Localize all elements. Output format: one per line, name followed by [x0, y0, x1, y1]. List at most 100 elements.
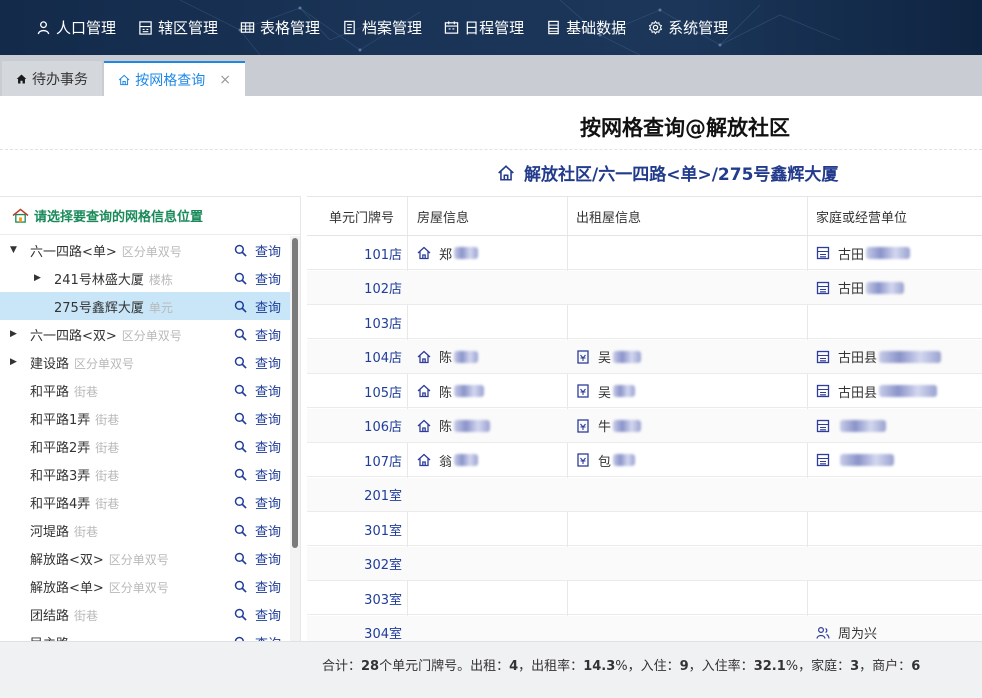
query-button[interactable]: 查询 [234, 241, 281, 260]
door-number[interactable]: 106店 [307, 409, 402, 443]
menu-label: 日程管理 [464, 19, 525, 37]
door-number[interactable]: 102店 [307, 271, 402, 305]
query-button[interactable]: 查询 [234, 549, 281, 568]
tree-item[interactable]: ▶ 六一四路<双> 区分单双号 查询 [0, 320, 290, 348]
query-button[interactable]: 查询 [234, 409, 281, 428]
unit-info[interactable]: 古田 [816, 236, 911, 270]
unit-info[interactable] [816, 409, 886, 443]
tree-item[interactable]: ▶ 建设路 区分单双号 查询 [0, 348, 290, 376]
query-button[interactable]: 查询 [234, 493, 281, 512]
query-button[interactable]: 查询 [234, 381, 281, 400]
house-info[interactable]: 陈 [417, 409, 491, 443]
close-icon[interactable]: × [219, 72, 231, 88]
query-button[interactable]: 查询 [234, 269, 281, 288]
tree-item-name: 六一四路<单> [30, 244, 117, 260]
table-row: 105店 陈 吴 古田县 [307, 374, 982, 408]
tree-item[interactable]: 解放路<单> 区分单双号 查询 [0, 572, 290, 600]
unit-name: 古田县 [838, 351, 878, 366]
query-button[interactable]: 查询 [234, 521, 281, 540]
rental-info[interactable]: 牛 [576, 409, 642, 443]
scrollbar-thumb[interactable] [292, 238, 298, 548]
tree-item[interactable]: 和平路 街巷 查询 [0, 376, 290, 404]
house-info[interactable]: 陈 [417, 340, 479, 374]
expand-arrow-icon[interactable]: ▶ [10, 329, 20, 339]
query-label: 查询 [255, 580, 282, 596]
tab-grid-query[interactable]: 按网格查询 × [104, 61, 245, 96]
summary-text-2: ，出租率： [518, 659, 584, 674]
menu-item-population[interactable]: 人口管理 [36, 17, 116, 38]
rental-icon [577, 453, 589, 467]
query-button[interactable]: 查询 [234, 577, 281, 596]
door-number[interactable]: 101店 [307, 236, 402, 270]
query-button[interactable]: 查询 [234, 325, 281, 344]
tree-item[interactable]: 和平路2弄 街巷 查询 [0, 432, 290, 460]
query-button[interactable]: 查询 [234, 465, 281, 484]
main-content: 按网格查询@解放社区 解放社区/六一四路<单>/275号鑫辉大厦 请选择要查询的… [0, 96, 982, 641]
tree-item-label: 六一四路<双> 区分单双号 [30, 325, 182, 344]
unit-info[interactable]: 古田县 [816, 374, 938, 408]
tree-scrollbar[interactable] [290, 236, 300, 641]
tab-bar: 待办事务 按网格查询 × [0, 55, 982, 96]
breadcrumb-path: 解放社区/六一四路<单>/275号鑫辉大厦 [524, 165, 839, 185]
tree-item[interactable]: 和平路3弄 街巷 查询 [0, 460, 290, 488]
house-info[interactable]: 郑 [417, 236, 479, 270]
query-label: 查询 [255, 244, 282, 260]
rental-info[interactable]: 吴 [576, 374, 636, 408]
expand-arrow-icon[interactable]: ▶ [10, 357, 20, 367]
menu-item-schedule[interactable]: 日程管理 [444, 17, 524, 38]
unit-name: 周为兴 [838, 627, 878, 641]
house-info[interactable]: 陈 [417, 374, 485, 408]
rental-info[interactable]: 包 [576, 443, 636, 477]
menu-item-basic-data[interactable]: 基础数据 [546, 17, 626, 38]
tree-item[interactable]: 解放路<双> 区分单双号 查询 [0, 544, 290, 572]
summary-rent-rate: 14.3 [583, 659, 616, 674]
tab-todo[interactable]: 待办事务 [2, 61, 102, 96]
door-number[interactable]: 301室 [307, 512, 402, 546]
tree-item[interactable]: 民主路 查询 [0, 628, 290, 641]
door-number[interactable]: 303室 [307, 581, 402, 615]
query-button[interactable]: 查询 [234, 353, 281, 372]
query-button[interactable]: 查询 [234, 297, 281, 316]
query-button[interactable]: 查询 [234, 633, 281, 641]
door-number[interactable]: 302室 [307, 547, 402, 581]
door-number[interactable]: 104店 [307, 340, 402, 374]
tree-item-label: 民主路 [30, 633, 74, 642]
menu-item-archives[interactable]: 档案管理 [342, 17, 422, 38]
tree-item[interactable]: 和平路4弄 街巷 查询 [0, 488, 290, 516]
tree-item[interactable]: ▼ 六一四路<单> 区分单双号 查询 [0, 236, 290, 264]
rental-icon [577, 349, 589, 364]
tree-item[interactable]: 河堤路 街巷 查询 [0, 516, 290, 544]
rental-info[interactable]: 吴 [576, 340, 642, 374]
unit-info[interactable] [816, 443, 894, 477]
door-number[interactable]: 103店 [307, 305, 402, 339]
shop-icon [816, 384, 830, 398]
menu-item-system[interactable]: 系统管理 [648, 17, 728, 38]
door-number[interactable]: 304室 [307, 616, 402, 641]
unit-info[interactable]: 古田 [816, 271, 905, 305]
redacted-text [454, 385, 485, 397]
house-info[interactable]: 翁 [417, 443, 479, 477]
tree-item[interactable]: 275号鑫辉大厦 单元 查询 [0, 292, 290, 320]
tree-item[interactable]: 和平路1弄 街巷 查询 [0, 404, 290, 432]
menu-item-tables[interactable]: 表格管理 [240, 17, 320, 38]
table-row: 101店 郑 古田 [307, 236, 982, 270]
tree-item-name: 275号鑫辉大厦 [54, 300, 144, 316]
unit-info[interactable]: 周为兴 [816, 616, 878, 641]
query-button[interactable]: 查询 [234, 605, 281, 624]
door-number[interactable]: 107店 [307, 443, 402, 477]
tree-list: ▼ 六一四路<单> 区分单双号 查询 ▶ 241号林盛大厦 楼栋 查询 275号鑫辉大厦 单元 查询… [0, 236, 290, 641]
unit-info[interactable]: 古田县 [816, 340, 942, 374]
search-icon [234, 328, 247, 341]
shop-icon [816, 281, 830, 294]
summary-text-3: %，入住： [615, 659, 680, 674]
tree-item[interactable]: 团结路 街巷 查询 [0, 600, 290, 628]
door-number[interactable]: 105店 [307, 374, 402, 408]
home-outline-icon [498, 164, 514, 181]
query-button[interactable]: 查询 [234, 437, 281, 456]
door-number[interactable]: 201室 [307, 478, 402, 512]
expand-arrow-icon[interactable]: ▼ [10, 245, 20, 255]
menu-item-district[interactable]: 辖区管理 [138, 17, 218, 38]
expand-arrow-icon[interactable]: ▶ [34, 273, 44, 283]
query-label: 查询 [255, 356, 282, 372]
tree-item[interactable]: ▶ 241号林盛大厦 楼栋 查询 [0, 264, 290, 292]
